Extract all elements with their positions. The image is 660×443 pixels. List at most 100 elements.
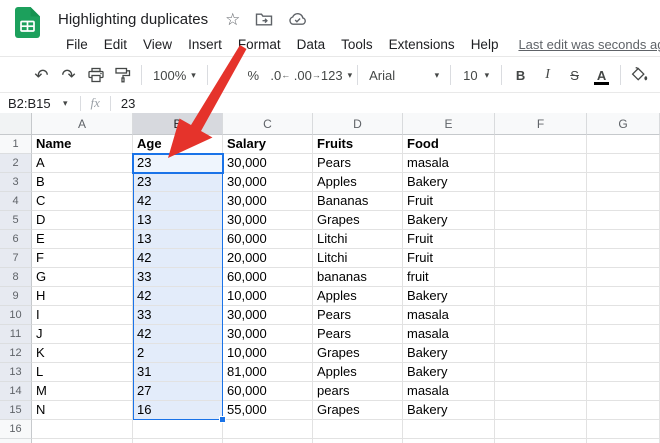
column-header-F[interactable]: F xyxy=(495,113,587,135)
text-color-button[interactable]: A xyxy=(588,62,615,88)
cell-G13[interactable] xyxy=(587,363,660,382)
cell-F2[interactable] xyxy=(495,154,587,173)
cell-B1[interactable]: Age xyxy=(133,135,223,154)
cell-G17[interactable] xyxy=(587,439,660,443)
cell-A6[interactable]: E xyxy=(32,230,133,249)
cell-E16[interactable] xyxy=(403,420,495,439)
cell-C9[interactable]: 10,000 xyxy=(223,287,313,306)
cell-D7[interactable]: Litchi xyxy=(313,249,403,268)
cell-A13[interactable]: L xyxy=(32,363,133,382)
cell-F8[interactable] xyxy=(495,268,587,287)
column-header-E[interactable]: E xyxy=(403,113,495,135)
decrease-decimal-button[interactable]: .0 ← xyxy=(267,62,294,88)
paint-format-icon[interactable] xyxy=(109,62,136,88)
bold-button[interactable]: B xyxy=(507,62,534,88)
column-header-A[interactable]: A xyxy=(32,113,133,135)
cell-C13[interactable]: 81,000 xyxy=(223,363,313,382)
cell-A17[interactable] xyxy=(32,439,133,443)
cell-G8[interactable] xyxy=(587,268,660,287)
move-folder-icon[interactable] xyxy=(255,12,273,27)
cell-D9[interactable]: Apples xyxy=(313,287,403,306)
cell-E10[interactable]: masala xyxy=(403,306,495,325)
cell-D6[interactable]: Litchi xyxy=(313,230,403,249)
cell-A5[interactable]: D xyxy=(32,211,133,230)
redo-icon[interactable]: ↷ xyxy=(55,62,82,88)
increase-decimal-button[interactable]: .00 → xyxy=(294,62,321,88)
cell-E9[interactable]: Bakery xyxy=(403,287,495,306)
row-header-8[interactable]: 8 xyxy=(0,268,32,287)
cell-G16[interactable] xyxy=(587,420,660,439)
row-header-16[interactable]: 16 xyxy=(0,420,32,439)
cell-B13[interactable]: 31 xyxy=(133,363,223,382)
menu-help[interactable]: Help xyxy=(463,34,507,56)
last-edit-link[interactable]: Last edit was seconds ago xyxy=(518,37,660,52)
cell-C4[interactable]: 30,000 xyxy=(223,192,313,211)
cell-B7[interactable]: 42 xyxy=(133,249,223,268)
cell-G15[interactable] xyxy=(587,401,660,420)
cell-F3[interactable] xyxy=(495,173,587,192)
cell-D8[interactable]: bananas xyxy=(313,268,403,287)
cell-C1[interactable]: Salary xyxy=(223,135,313,154)
cell-D15[interactable]: Grapes xyxy=(313,401,403,420)
cell-F9[interactable] xyxy=(495,287,587,306)
cell-A16[interactable] xyxy=(32,420,133,439)
cell-D5[interactable]: Grapes xyxy=(313,211,403,230)
cell-D11[interactable]: Pears xyxy=(313,325,403,344)
cell-F17[interactable] xyxy=(495,439,587,443)
cell-C16[interactable] xyxy=(223,420,313,439)
row-header-3[interactable]: 3 xyxy=(0,173,32,192)
menu-format[interactable]: Format xyxy=(230,34,289,56)
cell-D14[interactable]: pears xyxy=(313,382,403,401)
zoom-dropdown[interactable]: 100% ▾ xyxy=(147,62,202,88)
cell-D10[interactable]: Pears xyxy=(313,306,403,325)
column-header-D[interactable]: D xyxy=(313,113,403,135)
cell-C10[interactable]: 30,000 xyxy=(223,306,313,325)
cell-B4[interactable]: 42 xyxy=(133,192,223,211)
cell-A14[interactable]: M xyxy=(32,382,133,401)
cell-B14[interactable]: 27 xyxy=(133,382,223,401)
star-icon[interactable]: ☆ xyxy=(225,11,240,28)
document-title[interactable]: Highlighting duplicates xyxy=(58,11,208,28)
select-all-corner[interactable] xyxy=(0,113,32,135)
cell-G2[interactable] xyxy=(587,154,660,173)
cell-E14[interactable]: masala xyxy=(403,382,495,401)
cell-B16[interactable] xyxy=(133,420,223,439)
cell-A7[interactable]: F xyxy=(32,249,133,268)
cell-C7[interactable]: 20,000 xyxy=(223,249,313,268)
cell-G12[interactable] xyxy=(587,344,660,363)
cell-B11[interactable]: 42 xyxy=(133,325,223,344)
column-header-C[interactable]: C xyxy=(223,113,313,135)
format-percent-button[interactable]: % xyxy=(240,62,267,88)
menu-view[interactable]: View xyxy=(135,34,180,56)
cell-G3[interactable] xyxy=(587,173,660,192)
row-header-11[interactable]: 11 xyxy=(0,325,32,344)
menu-edit[interactable]: Edit xyxy=(96,34,135,56)
cell-C14[interactable]: 60,000 xyxy=(223,382,313,401)
cell-F11[interactable] xyxy=(495,325,587,344)
cell-A9[interactable]: H xyxy=(32,287,133,306)
row-header-4[interactable]: 4 xyxy=(0,192,32,211)
menu-insert[interactable]: Insert xyxy=(180,34,230,56)
cell-E15[interactable]: Bakery xyxy=(403,401,495,420)
cell-C17[interactable] xyxy=(223,439,313,443)
cell-E4[interactable]: Fruit xyxy=(403,192,495,211)
cell-B15[interactable]: 16 xyxy=(133,401,223,420)
menu-data[interactable]: Data xyxy=(289,34,334,56)
cell-A11[interactable]: J xyxy=(32,325,133,344)
cell-B8[interactable]: 33 xyxy=(133,268,223,287)
cell-B10[interactable]: 33 xyxy=(133,306,223,325)
cell-D4[interactable]: Bananas xyxy=(313,192,403,211)
cell-A4[interactable]: C xyxy=(32,192,133,211)
cell-A1[interactable]: Name xyxy=(32,135,133,154)
cell-F13[interactable] xyxy=(495,363,587,382)
cell-A2[interactable]: A xyxy=(32,154,133,173)
cell-F6[interactable] xyxy=(495,230,587,249)
cell-E13[interactable]: Bakery xyxy=(403,363,495,382)
cell-E3[interactable]: Bakery xyxy=(403,173,495,192)
cell-D1[interactable]: Fruits xyxy=(313,135,403,154)
row-header-17[interactable]: 17 xyxy=(0,439,32,443)
cell-E12[interactable]: Bakery xyxy=(403,344,495,363)
cell-G4[interactable] xyxy=(587,192,660,211)
cell-B12[interactable]: 2 xyxy=(133,344,223,363)
cell-G5[interactable] xyxy=(587,211,660,230)
